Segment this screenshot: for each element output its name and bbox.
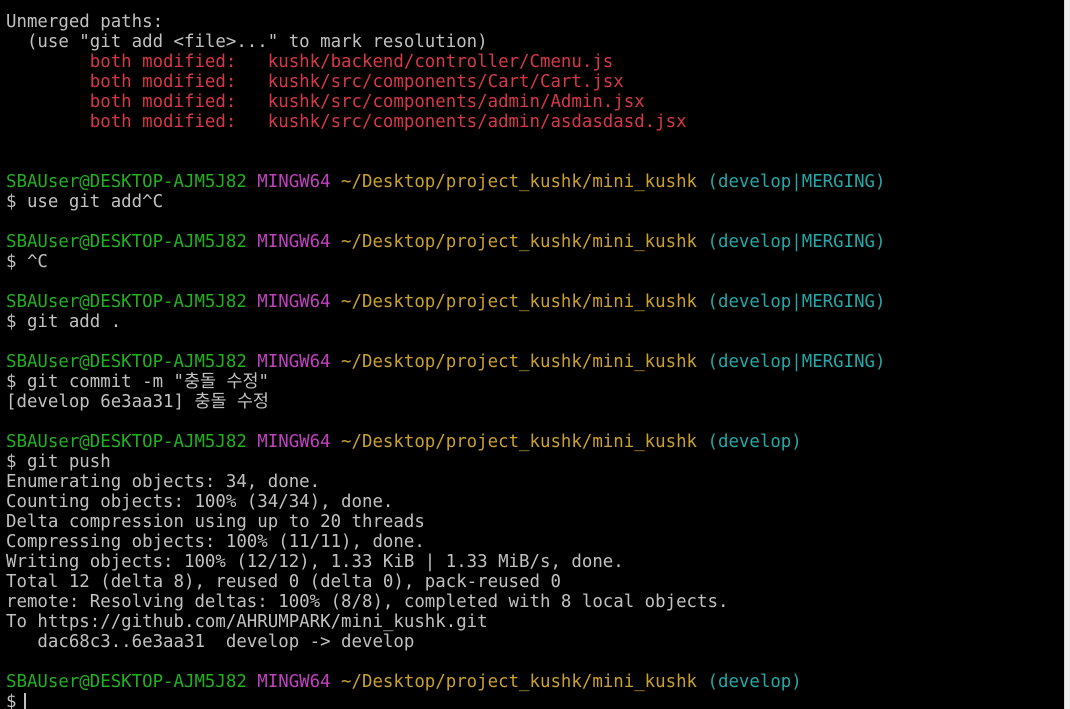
terminal-line: $ git commit -m "충돌 수정" [6,372,886,392]
terminal-text: $ git push [6,452,111,472]
terminal-line: $ [6,692,886,709]
terminal-line: SBAUser@DESKTOP-AJM5J82 MINGW64 ~/Deskto… [6,352,886,372]
terminal-text: both modified: kushk/src/components/admi… [6,112,687,132]
terminal-line: dac68c3..6e3aa31 develop -> develop [6,632,886,652]
terminal-line: (use "git add <file>..." to mark resolut… [6,32,886,52]
terminal-text: dac68c3..6e3aa31 develop -> develop [6,632,415,652]
terminal-line: Unmerged paths: [6,12,886,32]
terminal-line: [develop 6e3aa31] 충돌 수정 [6,392,886,412]
terminal-text: remote: Resolving deltas: 100% (8/8), co… [6,592,729,612]
terminal-text: SBAUser@DESKTOP-AJM5J82 [6,672,258,692]
terminal-window[interactable]: Unmerged paths: (use "git add <file>..."… [0,0,1064,709]
terminal-text: Delta compression using up to 20 threads [6,512,425,532]
terminal-text: MINGW64 [257,232,342,252]
terminal-text: Counting objects: 100% (34/34), done. [6,492,394,512]
terminal-line: Enumerating objects: 34, done. [6,472,886,492]
terminal-text: MINGW64 [257,172,342,192]
terminal-line: both modified: kushk/src/components/Cart… [6,72,886,92]
terminal-text: ~/Desktop/project_kushk/mini_kushk [341,672,708,692]
terminal-text: ~/Desktop/project_kushk/mini_kushk [341,172,708,192]
terminal-scrollbar[interactable] [1064,0,1070,709]
terminal-line: both modified: kushk/src/components/admi… [6,92,886,112]
terminal-text: $ git commit -m "충돌 수정" [6,372,269,392]
terminal-line: Total 12 (delta 8), reused 0 (delta 0), … [6,572,886,592]
terminal-text: MINGW64 [257,672,342,692]
terminal-text: both modified: kushk/src/components/Cart… [6,72,624,92]
terminal-text: (develop|MERGING) [707,352,886,372]
terminal-output[interactable]: Unmerged paths: (use "git add <file>..."… [6,12,886,709]
terminal-text: (develop|MERGING) [707,172,886,192]
terminal-line: Compressing objects: 100% (11/11), done. [6,532,886,552]
terminal-text: SBAUser@DESKTOP-AJM5J82 [6,292,258,312]
terminal-text: Compressing objects: 100% (11/11), done. [6,532,425,552]
text-cursor [24,693,27,709]
terminal-text: $ use git add^C [6,192,164,212]
terminal-line: SBAUser@DESKTOP-AJM5J82 MINGW64 ~/Deskto… [6,172,886,192]
terminal-line: SBAUser@DESKTOP-AJM5J82 MINGW64 ~/Deskto… [6,232,886,252]
terminal-text: (develop) [707,672,802,692]
terminal-line: both modified: kushk/src/components/admi… [6,112,886,132]
terminal-line: Counting objects: 100% (34/34), done. [6,492,886,512]
terminal-text: (develop|MERGING) [707,292,886,312]
terminal-text: both modified: kushk/backend/controller/… [6,52,614,72]
terminal-text: [develop 6e3aa31] 충돌 수정 [6,392,269,412]
terminal-line: $ ^C [6,252,886,272]
terminal-text: ~/Desktop/project_kushk/mini_kushk [341,432,708,452]
terminal-line: SBAUser@DESKTOP-AJM5J82 MINGW64 ~/Deskto… [6,432,886,452]
terminal-text: Unmerged paths: [6,12,164,32]
terminal-line: $ git push [6,452,886,472]
terminal-text: To https://github.com/AHRUMPARK/mini_kus… [6,612,488,632]
terminal-text: (develop|MERGING) [707,232,886,252]
terminal-line: $ git add . [6,312,886,332]
terminal-text: (use "git add <file>..." to mark resolut… [6,32,488,52]
terminal-line: remote: Resolving deltas: 100% (8/8), co… [6,592,886,612]
terminal-text: $ git add . [6,312,122,332]
terminal-text: SBAUser@DESKTOP-AJM5J82 [6,432,258,452]
terminal-text: $ [6,692,17,709]
terminal-text: both modified: kushk/src/components/admi… [6,92,645,112]
terminal-line: both modified: kushk/backend/controller/… [6,52,886,72]
terminal-line: To https://github.com/AHRUMPARK/mini_kus… [6,612,886,632]
terminal-text: $ ^C [6,252,48,272]
terminal-text: Writing objects: 100% (12/12), 1.33 KiB … [6,552,624,572]
terminal-text: MINGW64 [257,352,342,372]
terminal-text: Enumerating objects: 34, done. [6,472,321,492]
terminal-text: (develop) [707,432,802,452]
terminal-line: SBAUser@DESKTOP-AJM5J82 MINGW64 ~/Deskto… [6,672,886,692]
terminal-text: Total 12 (delta 8), reused 0 (delta 0), … [6,572,561,592]
terminal-text: SBAUser@DESKTOP-AJM5J82 [6,352,258,372]
terminal-text: MINGW64 [257,292,342,312]
terminal-line: Delta compression using up to 20 threads [6,512,886,532]
terminal-text: ~/Desktop/project_kushk/mini_kushk [341,232,708,252]
terminal-line: SBAUser@DESKTOP-AJM5J82 MINGW64 ~/Deskto… [6,292,886,312]
terminal-line: Writing objects: 100% (12/12), 1.33 KiB … [6,552,886,572]
terminal-text: SBAUser@DESKTOP-AJM5J82 [6,172,258,192]
terminal-text: ~/Desktop/project_kushk/mini_kushk [341,292,708,312]
terminal-text: SBAUser@DESKTOP-AJM5J82 [6,232,258,252]
terminal-text: ~/Desktop/project_kushk/mini_kushk [341,352,708,372]
terminal-text: MINGW64 [257,432,342,452]
terminal-line: $ use git add^C [6,192,886,212]
